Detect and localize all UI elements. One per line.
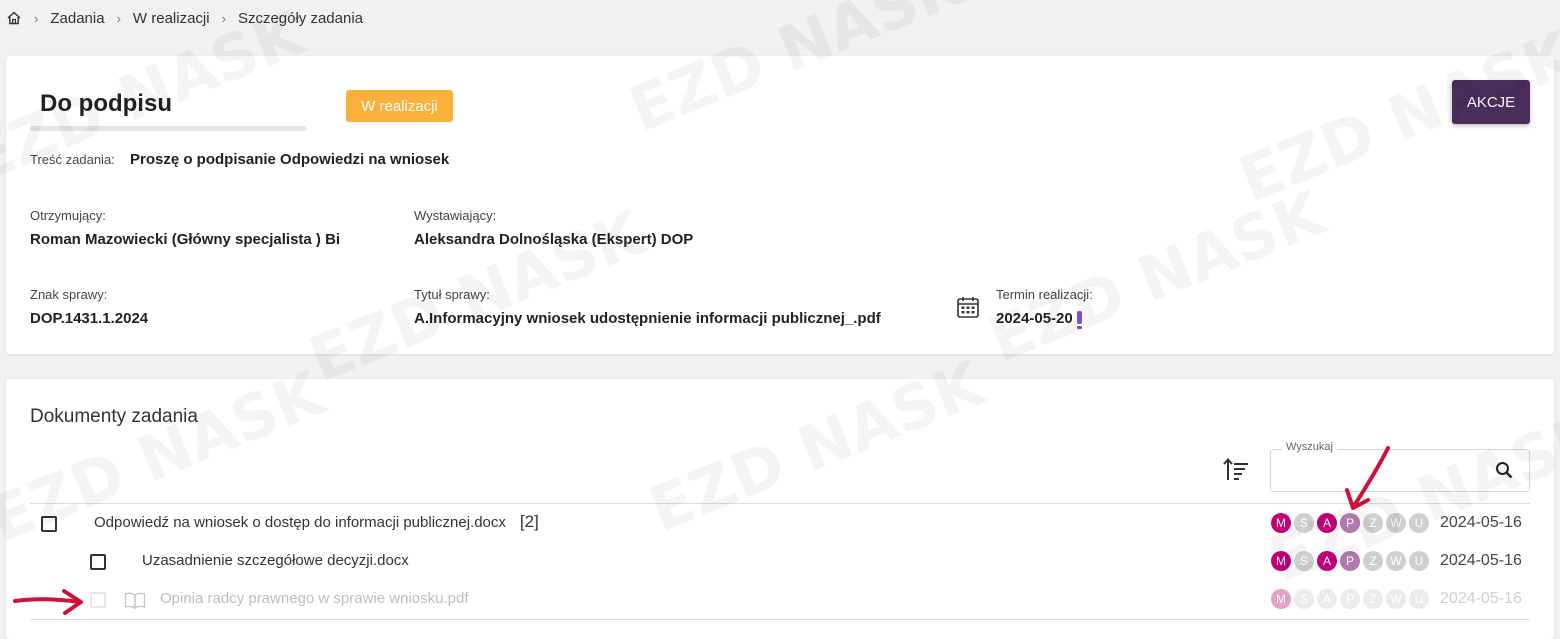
badge-p: P bbox=[1340, 551, 1360, 571]
breadcrumb-separator: › bbox=[34, 10, 39, 26]
recipient-label: Otrzymujący: bbox=[30, 208, 106, 223]
version-count: [2] bbox=[519, 512, 539, 531]
case-title-value: A.Informacyjny wniosek udostępnienie inf… bbox=[414, 310, 881, 327]
issuer-label: Wystawiający: bbox=[414, 208, 497, 223]
case-sign-label: Znak sprawy: bbox=[30, 287, 108, 302]
deadline-label: Termin realizacji: bbox=[996, 287, 1093, 302]
badge-a: A bbox=[1317, 589, 1337, 609]
status-badge: W realizacji bbox=[346, 90, 453, 122]
document-date: 2024-05-16 bbox=[1440, 590, 1522, 607]
breadcrumb-separator: › bbox=[221, 10, 226, 26]
badge-p: P bbox=[1340, 589, 1360, 609]
breadcrumb-item-w-realizacji[interactable]: W realizacji bbox=[133, 10, 210, 27]
badge-z: Z bbox=[1363, 513, 1383, 533]
status-badges: M S A P Z W U bbox=[1271, 551, 1429, 571]
issuer-value: Aleksandra Dolnośląska (Ekspert) DOP bbox=[414, 231, 694, 248]
badge-w: W bbox=[1386, 589, 1406, 609]
section-title: Dokumenty zadania bbox=[30, 406, 198, 427]
book-icon bbox=[124, 592, 146, 609]
search-field[interactable] bbox=[1270, 449, 1530, 492]
document-name[interactable]: Opinia radcy prawnego w sprawie wniosku.… bbox=[160, 590, 469, 607]
badge-w: W bbox=[1386, 551, 1406, 571]
search-label: Wyszukaj bbox=[1282, 441, 1337, 453]
actions-button[interactable]: AKCJE bbox=[1452, 80, 1530, 124]
row-checkbox[interactable] bbox=[90, 554, 106, 570]
breadcrumb-item-zadania[interactable]: Zadania bbox=[50, 10, 104, 27]
badge-p: P bbox=[1340, 513, 1360, 533]
row-checkbox[interactable] bbox=[41, 516, 57, 532]
badge-u: U bbox=[1409, 589, 1429, 609]
documents-card: Dokumenty zadania Wyszukaj Odpowiedź na … bbox=[6, 379, 1554, 639]
task-details-card: Do podpisu W realizacji AKCJE Treść zada… bbox=[6, 56, 1554, 354]
document-date: 2024-05-16 bbox=[1440, 514, 1522, 531]
case-title-label: Tytuł sprawy: bbox=[414, 287, 490, 302]
badge-m: M bbox=[1271, 551, 1291, 571]
badge-s: S bbox=[1294, 513, 1314, 533]
deadline-value: 2024-05-20 bbox=[996, 310, 1073, 327]
badge-w: W bbox=[1386, 513, 1406, 533]
sort-icon[interactable] bbox=[1222, 457, 1250, 483]
case-sign-value: DOP.1431.1.2024 bbox=[30, 310, 149, 327]
annotation-arrow-down bbox=[1345, 446, 1390, 510]
badge-u: U bbox=[1409, 551, 1429, 571]
badge-u: U bbox=[1409, 513, 1429, 533]
search-icon[interactable] bbox=[1495, 461, 1513, 479]
calendar-icon bbox=[957, 297, 979, 318]
badge-s: S bbox=[1294, 551, 1314, 571]
row-checkbox[interactable] bbox=[90, 592, 106, 608]
document-name[interactable]: Uzasadnienie szczegółowe decyzji.docx bbox=[142, 552, 409, 569]
row-divider bbox=[30, 619, 1530, 620]
breadcrumb-item-current: Szczegóły zadania bbox=[237, 9, 364, 27]
badge-a: A bbox=[1317, 513, 1337, 533]
status-badges: M S A P Z W U bbox=[1271, 513, 1429, 533]
status-badges: M S A P Z W U bbox=[1271, 589, 1429, 609]
breadcrumb-separator: › bbox=[116, 10, 121, 26]
breadcrumb: › Zadania › W realizacji › Szczegóły zad… bbox=[6, 8, 363, 28]
content-value: Proszę o podpisanie Odpowiedzi na wniose… bbox=[130, 151, 450, 168]
page-title: Do podpisu bbox=[40, 90, 172, 117]
row-divider bbox=[30, 503, 1530, 504]
badge-a: A bbox=[1317, 551, 1337, 571]
home-icon[interactable] bbox=[6, 10, 22, 26]
document-name[interactable]: Odpowiedź na wniosek o dostęp do informa… bbox=[94, 514, 506, 531]
priority-icon bbox=[1076, 311, 1082, 329]
badge-s: S bbox=[1294, 589, 1314, 609]
badge-m: M bbox=[1271, 513, 1291, 533]
content-label: Treść zadania: bbox=[30, 152, 115, 167]
recipient-value: Roman Mazowiecki (Główny specjalista ) B… bbox=[30, 231, 341, 248]
deadline-value-wrap: 2024-05-20 bbox=[996, 310, 1082, 329]
document-date: 2024-05-16 bbox=[1440, 552, 1522, 569]
title-underline bbox=[30, 126, 306, 131]
document-name-wrap[interactable]: Odpowiedź na wniosek o dostęp do informa… bbox=[94, 512, 539, 532]
badge-z: Z bbox=[1363, 589, 1383, 609]
badge-z: Z bbox=[1363, 551, 1383, 571]
annotation-arrow-right bbox=[13, 589, 83, 615]
badge-m: M bbox=[1271, 589, 1291, 609]
